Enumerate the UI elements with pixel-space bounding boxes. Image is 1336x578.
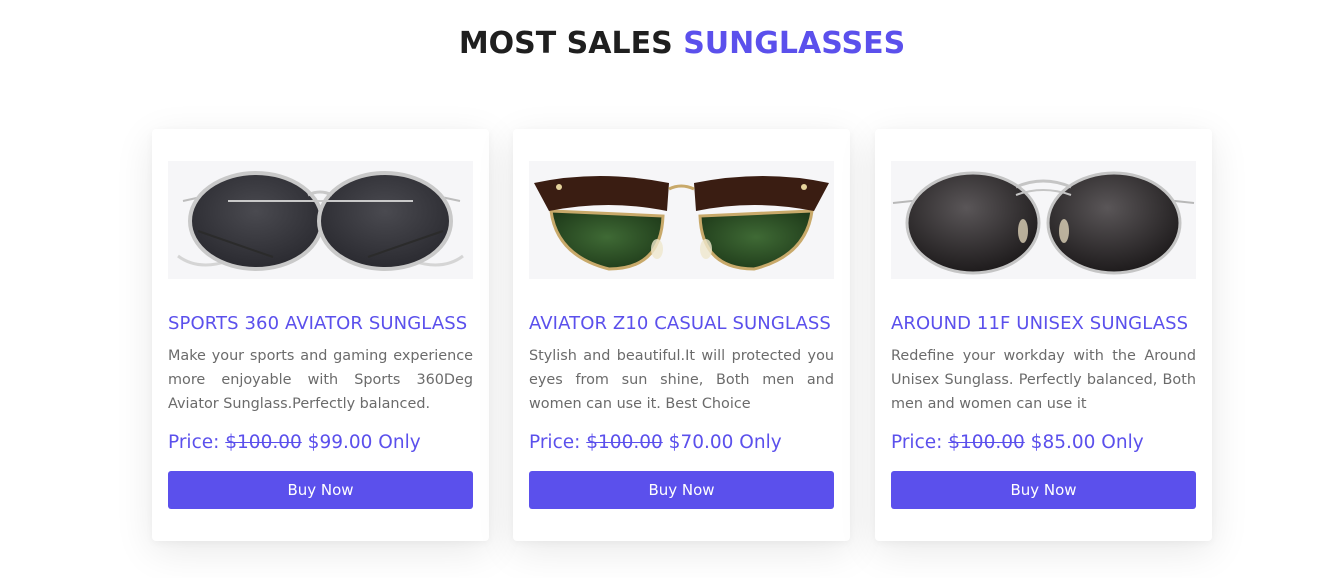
product-price: Price: $100.00 $70.00 Only bbox=[529, 432, 849, 453]
product-description: Make your sports and gaming experience m… bbox=[168, 348, 473, 412]
product-price: Price: $100.00 $99.00 Only bbox=[168, 432, 488, 453]
round-silver-sunglasses-image bbox=[168, 161, 473, 279]
section-heading: MOST SALES SUNGLASSES bbox=[0, 26, 1336, 61]
tortoise-clubmaster-sunglasses-image bbox=[529, 161, 834, 279]
buy-now-button[interactable]: Buy Now bbox=[529, 471, 834, 509]
price-label: Price: bbox=[168, 432, 220, 453]
product-card: AROUND 11F UNISEX SUNGLASS Redefine your… bbox=[875, 129, 1212, 541]
price-label: Price: bbox=[529, 432, 581, 453]
heading-accent-text: SUNGLASSES bbox=[683, 26, 906, 61]
product-price: Price: $100.00 $85.00 Only bbox=[891, 432, 1211, 453]
new-price: $99.00 Only bbox=[307, 432, 421, 453]
price-label: Price: bbox=[891, 432, 943, 453]
product-title: AROUND 11F UNISEX SUNGLASS bbox=[891, 313, 1189, 334]
product-description: Stylish and beautiful.It will protected … bbox=[529, 348, 834, 412]
new-price: $70.00 Only bbox=[668, 432, 782, 453]
buy-now-button[interactable]: Buy Now bbox=[891, 471, 1196, 509]
heading-main-text: MOST SALES bbox=[458, 26, 673, 61]
round-dark-sunglasses-image bbox=[891, 161, 1196, 279]
product-title: AVIATOR Z10 CASUAL SUNGLASS bbox=[529, 313, 831, 334]
product-card: AVIATOR Z10 CASUAL SUNGLASS Stylish and … bbox=[513, 129, 850, 541]
old-price: $100.00 bbox=[586, 432, 663, 453]
product-title: SPORTS 360 AVIATOR SUNGLASS bbox=[168, 313, 468, 334]
old-price: $100.00 bbox=[948, 432, 1025, 453]
new-price: $85.00 Only bbox=[1030, 432, 1144, 453]
old-price: $100.00 bbox=[225, 432, 302, 453]
product-description: Redefine your workday with the Around Un… bbox=[891, 348, 1196, 412]
buy-now-button[interactable]: Buy Now bbox=[168, 471, 473, 509]
product-card: SPORTS 360 AVIATOR SUNGLASS Make your sp… bbox=[152, 129, 489, 541]
